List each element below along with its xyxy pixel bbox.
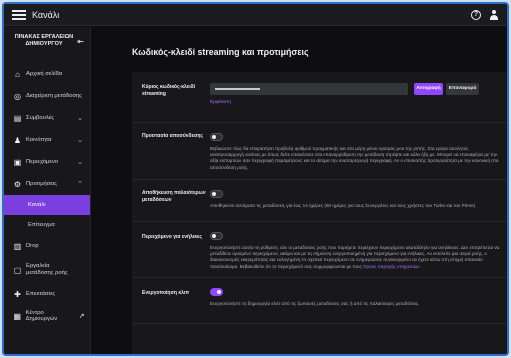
disconnect-protection-toggle[interactable] <box>210 133 223 141</box>
sidebar-item-achievements[interactable]: Επίτευγμα <box>4 215 90 235</box>
user-icon[interactable] <box>489 9 499 20</box>
terms-of-service-link[interactable]: Όρους παροχής υπηρεσιών <box>363 264 420 269</box>
disconnect-protection-description: Βεβαιώστε πώς θα επικρατήσει προβολή αρι… <box>210 146 499 170</box>
mature-content-label: Περιεχόμενο για ενήλικες <box>142 234 203 240</box>
sidebar-heading-text: ΠΙΝΑΚΑΣ ΕΡΓΑΛΕΙΩΝ ΔΗΜΙΟΥΡΓΟΥ <box>14 34 74 47</box>
chevron-down-icon: ⌄ <box>77 137 83 144</box>
sidebar: ΠΙΝΑΚΑΣ ΕΡΓΑΛΕΙΩΝ ΔΗΜΙΟΥΡΓΟΥ ⇤ ⌂ Αρχική … <box>4 27 91 354</box>
disconnect-protection-label: Προστασία αποσύνδεσης <box>142 133 204 139</box>
sidebar-item-label: Κανάλι <box>28 202 46 208</box>
copy-button[interactable]: Αντιγραφή <box>414 83 443 95</box>
sidebar-item-drops[interactable]: ▥ Drop <box>4 235 90 257</box>
page-title: Κωδικός-κλειδί streaming και προτιμήσεις <box>132 47 309 57</box>
sidebar-item-label: Κέντρο Δημιουργών <box>25 310 58 322</box>
sidebar-item-home[interactable]: ⌂ Αρχική σελίδα <box>4 63 90 85</box>
store-broadcasts-description: Αποθηκεύσι αυτόματα τις μεταδόσεις για έ… <box>210 203 476 208</box>
top-bar: Κανάλι ? <box>4 4 507 26</box>
creator-icon: ▦ <box>13 311 22 321</box>
community-icon: ♟ <box>13 135 22 145</box>
sidebar-item-streaming-tools[interactable]: ▢ Εργαλεία μετάδοσης ροής <box>4 257 90 283</box>
sidebar-item-channel[interactable]: Κανάλι <box>4 195 90 215</box>
sidebar-item-label: Αρχική σελίδα <box>26 71 63 77</box>
sidebar-item-label: Εργαλεία μετάδοσης ροής <box>26 263 68 276</box>
chevron-up-icon: ⌃ <box>77 181 83 188</box>
mature-content-row: Περιεχόμενο για ενήλικες Ενεργοποιήστε α… <box>132 222 507 278</box>
app-window: Κανάλι ? ΠΙΝΑΚΑΣ ΕΡΓΑΛΕΙΩΝ ΔΗΜΙΟΥΡΓΟΥ ⇤ … <box>2 2 509 356</box>
enable-clips-label: Ενεργοποίηση κλιπ <box>142 290 190 296</box>
disconnect-protection-row: Προστασία αποσύνδεσης Βεβαιώστε πώς θα ε… <box>132 123 507 180</box>
settings-panel: Κύριος κωδικός-κλειδί streaming Αντιγραφ… <box>132 72 507 354</box>
sidebar-item-label: Κοινότητα <box>26 137 52 143</box>
help-icon[interactable]: ? <box>471 9 481 20</box>
sidebar-item-creator-camp[interactable]: ▦ Κέντρο Δημιουργών ↗ <box>4 305 90 327</box>
stream-key-field[interactable] <box>210 83 408 95</box>
store-broadcasts-toggle[interactable] <box>210 190 223 198</box>
home-icon: ⌂ <box>15 69 20 79</box>
extensions-icon: ✚ <box>14 289 21 299</box>
sidebar-item-label: Επεκτάσεις <box>26 291 56 297</box>
sidebar-item-tips[interactable]: ▤ Συμβουλές ⌄ <box>4 107 90 129</box>
mature-content-description: Ενεργοποιήστε αυτήν τη ρύθμιση, εάν οι μ… <box>210 245 501 270</box>
gear-icon: ⚙ <box>13 179 22 189</box>
sidebar-item-label: Συμβουλές <box>26 115 55 121</box>
enable-clips-toggle[interactable] <box>210 288 223 296</box>
sidebar-item-label: Προτιμήσεις <box>26 181 58 187</box>
mature-content-description-text: Ενεργοποιήστε αυτήν τη ρύθμιση, εάν οι μ… <box>210 245 500 269</box>
sidebar-item-extensions[interactable]: ✚ Επεκτάσεις <box>4 283 90 305</box>
sidebar-item-label: Drop <box>26 243 39 249</box>
sidebar-item-label: Περιεχόμενο <box>26 159 59 165</box>
gift-icon: ▥ <box>13 241 22 251</box>
sidebar-heading: ΠΙΝΑΚΑΣ ΕΡΓΑΛΕΙΩΝ ΔΗΜΙΟΥΡΓΟΥ ⇤ <box>4 27 90 63</box>
tips-icon: ▤ <box>13 113 22 123</box>
sidebar-item-label: Διαχείριση μετάδοσης <box>26 93 82 99</box>
main-content: Κωδικός-κλειδί streaming και προτιμήσεις… <box>92 27 507 354</box>
hamburger-menu-icon[interactable] <box>12 9 26 20</box>
broadcast-icon: ◎ <box>14 91 21 101</box>
tools-icon: ▢ <box>13 265 22 275</box>
chevron-down-icon: ⌄ <box>77 159 83 166</box>
content-icon: ▣ <box>13 157 22 167</box>
mature-content-toggle[interactable] <box>210 232 223 240</box>
store-broadcasts-label: Αποθήκευση παλαιότερων μεταδόσεων <box>142 190 206 203</box>
sidebar-item-community[interactable]: ♟ Κοινότητα ⌄ <box>4 129 90 151</box>
sidebar-item-stream-manager[interactable]: ◎ Διαχείριση μετάδοσης <box>4 85 90 107</box>
enable-clips-row: Ενεργοποίηση κλιπ Ενεργοποιήστε τη δημιο… <box>132 278 507 324</box>
stream-key-label: Κύριος κωδικός-κλειδί streaming <box>142 84 196 97</box>
external-link-icon: ↗ <box>78 313 85 320</box>
enable-clips-description: Ενεργοποιήστε τη δημιουργία κλιπ από τις… <box>210 301 420 306</box>
chevron-down-icon: ⌄ <box>77 115 83 122</box>
show-key-link[interactable]: Εμφάνιση <box>210 100 231 105</box>
store-broadcasts-row: Αποθήκευση παλαιότερων μεταδόσεων Αποθηκ… <box>132 180 507 222</box>
sidebar-item-label: Επίτευγμα <box>28 222 55 228</box>
window-title: Κανάλι <box>32 9 60 20</box>
reset-button[interactable]: Επαναφορά <box>446 83 479 95</box>
sidebar-item-content[interactable]: ▣ Περιεχόμενο ⌄ <box>4 151 90 173</box>
stream-key-row: Κύριος κωδικός-κλειδί streaming Αντιγραφ… <box>132 72 507 123</box>
collapse-sidebar-icon[interactable]: ⇤ <box>77 37 84 46</box>
sidebar-item-preferences[interactable]: ⚙ Προτιμήσεις ⌃ <box>4 173 90 195</box>
